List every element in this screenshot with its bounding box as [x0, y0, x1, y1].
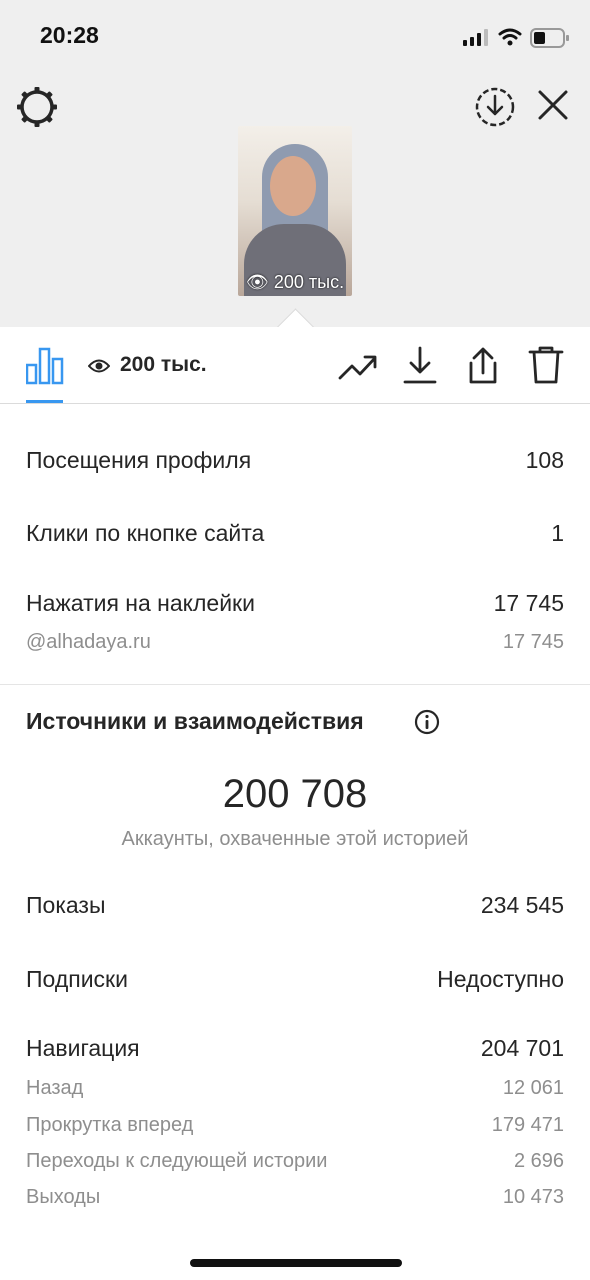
trash-icon[interactable] — [528, 345, 564, 385]
signal-icon — [463, 29, 488, 46]
navigation-value: 204 701 — [480, 1035, 564, 1061]
mention-value: 17 745 — [502, 631, 564, 653]
impressions-value: 234 545 — [480, 892, 564, 918]
nav-item-value: 179 471 — [491, 1114, 564, 1136]
follows-value: Недоступно — [437, 966, 564, 992]
nav-item-value: 12 061 — [502, 1077, 564, 1099]
wifi-icon — [498, 28, 522, 46]
story-header: 20:28 👁 200 тыс. — [0, 0, 590, 327]
status-bar: 20:28 — [0, 0, 590, 70]
close-icon[interactable] — [536, 88, 570, 122]
download-icon[interactable] — [402, 345, 438, 385]
eye-icon — [88, 359, 110, 373]
nav-item-label: Выходы — [26, 1186, 101, 1208]
sticker-taps-value: 17 745 — [493, 590, 564, 616]
share-icon[interactable] — [465, 345, 501, 385]
nav-item-label: Переходы к следующей истории — [26, 1150, 328, 1172]
thumbnail-view-count: 👁 200 тыс. — [246, 272, 345, 292]
mention-label: @alhadaya.ru — [26, 631, 151, 653]
profile-visits-value: 108 — [525, 447, 564, 473]
eye-icon: 👁 — [246, 272, 269, 292]
toolbar-view-count[interactable]: 200 тыс. — [120, 353, 207, 377]
profile-visits-label: Посещения профиля — [26, 447, 252, 473]
nav-item-value: 2 696 — [513, 1150, 564, 1172]
trending-icon[interactable] — [338, 352, 378, 382]
battery-icon — [530, 28, 569, 48]
navigation-label: Навигация — [26, 1035, 140, 1061]
story-thumbnail[interactable]: 👁 200 тыс. — [238, 126, 352, 296]
nav-item-value: 10 473 — [502, 1186, 564, 1208]
interactions-title: Источники и взаимодействия — [26, 708, 364, 734]
follows-label: Подписки — [26, 966, 128, 992]
sticker-taps-label: Нажатия на наклейки — [26, 590, 255, 616]
reach-value: 200 708 — [222, 772, 368, 816]
status-time: 20:28 — [40, 22, 99, 48]
reach-caption: Аккаунты, охваченные этой историей — [121, 828, 469, 850]
website-clicks-value: 1 — [551, 520, 564, 546]
impressions-label: Показы — [26, 892, 106, 918]
nav-item-label: Прокрутка вперед — [26, 1114, 194, 1136]
nav-item-label: Назад — [26, 1077, 84, 1099]
settings-gear-icon[interactable] — [16, 86, 58, 128]
active-tab-indicator — [26, 400, 63, 403]
save-download-icon[interactable] — [474, 86, 516, 128]
bar-chart-icon[interactable] — [26, 347, 64, 385]
home-indicator[interactable] — [190, 1259, 402, 1267]
website-clicks-label: Клики по кнопке сайта — [26, 520, 265, 546]
section-divider — [0, 684, 590, 685]
info-icon[interactable] — [414, 709, 440, 735]
